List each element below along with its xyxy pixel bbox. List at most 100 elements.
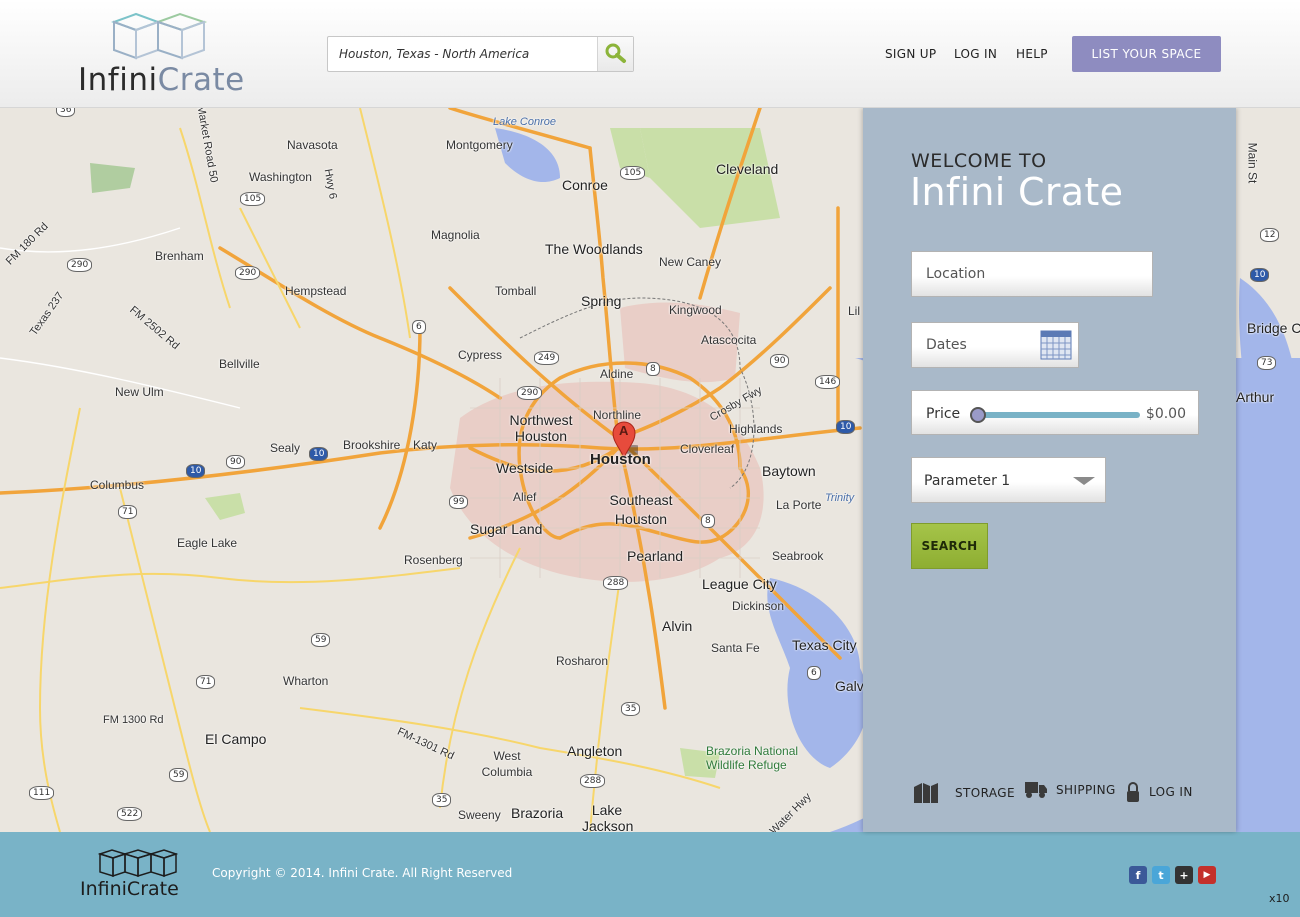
- road-shield: 10: [836, 420, 856, 434]
- map-label: Highlands: [729, 422, 783, 436]
- twitter-icon[interactable]: t: [1152, 866, 1170, 884]
- map-label: Bridge City: [1247, 320, 1300, 336]
- shipping-label: SHIPPING: [1056, 783, 1116, 797]
- map-label: La Porte: [776, 498, 822, 512]
- road-shield: 288: [580, 774, 606, 788]
- calendar-icon[interactable]: [1040, 330, 1072, 360]
- map-label: The Woodlands: [545, 241, 643, 257]
- panel-login-link[interactable]: LOG IN: [1126, 781, 1193, 803]
- nav-login[interactable]: LOG IN: [954, 47, 997, 61]
- road-shield: 59: [169, 768, 189, 782]
- map-label: Cypress: [458, 348, 503, 362]
- shipping-link[interactable]: SHIPPING: [1025, 781, 1116, 799]
- road-shield: 105: [620, 166, 646, 180]
- map-label: Tomball: [495, 284, 537, 298]
- price-value: $0.00: [1145, 406, 1186, 422]
- copyright-text: Copyright © 2014. Infini Crate. All Righ…: [212, 866, 513, 880]
- map-label: Rosenberg: [404, 553, 463, 567]
- google-plus-icon[interactable]: +: [1175, 866, 1193, 884]
- map-label: Pearland: [627, 548, 684, 564]
- crate-logo-icon: [111, 12, 208, 60]
- map-label: Alvin: [662, 618, 693, 634]
- lock-icon: [1127, 782, 1139, 802]
- location-input[interactable]: [912, 252, 1152, 296]
- map-label: Angleton: [567, 743, 623, 759]
- road-shield: 10: [309, 447, 329, 461]
- search-button[interactable]: [597, 37, 633, 71]
- road-shield: 10: [1250, 268, 1270, 282]
- header: InfiniCrate SIGN UP LOG IN HELP LIST YOU…: [0, 0, 1300, 108]
- map-label: Texas City: [792, 637, 857, 653]
- footer-logo[interactable]: InfiniCrate: [80, 848, 184, 904]
- road-shield: 73: [1257, 356, 1277, 370]
- price-label: Price: [926, 406, 961, 422]
- map-label: El Campo: [205, 731, 267, 747]
- dates-input[interactable]: [912, 323, 1037, 367]
- map-marker-label: A: [619, 423, 629, 438]
- map-label: Aldine: [600, 367, 634, 381]
- map-label: Brazoria National Wildlife Refuge: [706, 744, 799, 772]
- map-label: Atascocita: [701, 333, 757, 347]
- road-shield: 35: [621, 702, 641, 716]
- road-shield: 288: [603, 576, 629, 590]
- map-label: Columbus: [90, 478, 145, 492]
- road-shield: 249: [534, 351, 560, 365]
- map-label: Rosharon: [556, 654, 609, 668]
- map-label: Montgomery: [446, 138, 513, 152]
- search-submit-button[interactable]: SEARCH: [911, 523, 988, 569]
- chevron-down-icon: [1073, 477, 1095, 485]
- map-label: Southeast Houston: [609, 492, 673, 527]
- storage-link[interactable]: STORAGE: [913, 781, 1015, 805]
- price-slider-handle[interactable]: [970, 407, 986, 423]
- panel-login-label: LOG IN: [1149, 785, 1193, 799]
- dates-field: [911, 322, 1079, 368]
- map-label: Northwest Houston: [509, 412, 573, 444]
- location-search-input[interactable]: [328, 37, 598, 71]
- road-shield: 105: [240, 192, 266, 206]
- map-label: Cloverleaf: [680, 442, 735, 456]
- nav-help[interactable]: HELP: [1016, 47, 1048, 61]
- road-shield: 290: [67, 258, 93, 272]
- truck-icon: [1025, 782, 1047, 798]
- map-label: Trinity: [825, 492, 855, 504]
- nav-signup[interactable]: SIGN UP: [885, 47, 936, 61]
- footer: InfiniCrate Copyright © 2014. Infini Cra…: [0, 832, 1300, 917]
- version-tag: x10: [1269, 892, 1290, 905]
- storage-icon: [914, 783, 938, 803]
- road-shield: 99: [449, 495, 469, 509]
- map-label: Hempstead: [285, 284, 347, 298]
- price-field: Price $0.00: [911, 390, 1199, 435]
- magnifier-icon: [605, 43, 626, 63]
- map-label: Lake Jackson: [582, 802, 634, 832]
- road-shield: 6: [412, 320, 426, 334]
- welcome-text: WELCOME TO: [911, 150, 1047, 172]
- price-slider[interactable]: [970, 407, 1140, 423]
- facebook-icon[interactable]: f: [1129, 866, 1147, 884]
- map-label: Conroe: [562, 177, 608, 193]
- map-label: Cleveland: [716, 161, 779, 177]
- map-label: FM 1300 Rd: [103, 714, 164, 726]
- map-label: Arthur: [1236, 389, 1275, 405]
- search-panel: WELCOME TO Infini Crate Price $0.00 Para…: [863, 108, 1236, 832]
- map-label: Brookshire: [343, 438, 401, 452]
- parameter-select[interactable]: Parameter 1: [911, 457, 1106, 503]
- logo-text-infini: Infini: [78, 62, 158, 98]
- map-label: Main St: [1245, 142, 1260, 184]
- road-shield: 522: [117, 807, 143, 821]
- infinicrate-logo[interactable]: InfiniCrate: [78, 12, 248, 98]
- map-label: Lake Conroe: [493, 116, 556, 128]
- map-label: Lil: [848, 304, 861, 318]
- map-label: Brenham: [155, 249, 204, 263]
- parameter-select-value: Parameter 1: [924, 473, 1011, 489]
- road-shield: 290: [235, 266, 261, 280]
- road-shield: 71: [196, 675, 216, 689]
- list-your-space-button[interactable]: LIST YOUR SPACE: [1072, 36, 1221, 72]
- map-label: New Ulm: [115, 385, 164, 399]
- map-label: Baytown: [762, 463, 816, 479]
- map-label: Santa Fe: [711, 641, 760, 655]
- road-shield: 8: [646, 362, 660, 376]
- map-label: Brazoria: [511, 805, 564, 821]
- map-label: Northline: [593, 408, 642, 422]
- youtube-icon[interactable]: ▶: [1198, 866, 1216, 884]
- map-label: Alief: [513, 490, 537, 504]
